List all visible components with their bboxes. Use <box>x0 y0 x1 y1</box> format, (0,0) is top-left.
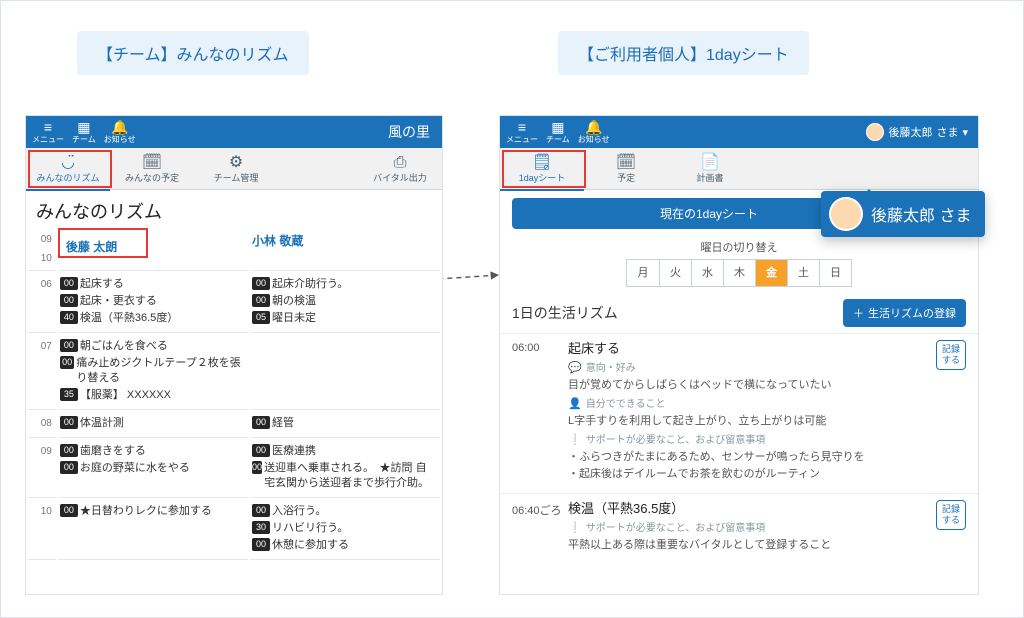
add-rhythm-button[interactable]: ＋生活リズムの登録 <box>843 299 966 327</box>
team-button-r[interactable]: ▦チーム <box>546 120 570 145</box>
canvas: 【チーム】みんなのリズム 【ご利用者個人】1dayシート ≡メニュー ▦チーム … <box>0 0 1024 618</box>
schedule-entry[interactable]: 00起床介助行う。 <box>252 277 436 292</box>
tab-rhythm[interactable]: ◡̈みんなのリズム <box>26 148 110 190</box>
avatar-icon <box>866 123 884 141</box>
schedule-table: 0910 後藤 太朗 小林 敬蔵 0600起床する00起床・更衣する40検温（平… <box>26 226 442 562</box>
schedule-entry[interactable]: 00送迎車へ乗車される。 ★訪問 自宅玄関から送迎者まで歩行介助。 <box>252 461 436 491</box>
user-menu[interactable]: 後藤太郎 さま ▾ <box>866 123 968 141</box>
facility-name: 風の里 <box>388 122 430 142</box>
topbar-right: ≡メニュー ▦チーム 🔔お知らせ 後藤太郎 さま ▾ <box>500 116 978 148</box>
tab-vitals[interactable]: ⎙バイタル出力 <box>358 148 442 190</box>
graytabs-right: 🗒1dayシート 🗓予定 📄計画書 <box>500 148 978 190</box>
topbar-left: ≡メニュー ▦チーム 🔔お知らせ 風の里 <box>26 116 442 148</box>
schedule-entry[interactable]: 00起床する <box>60 277 244 292</box>
day-土[interactable]: 土 <box>787 260 819 286</box>
avatar-icon <box>829 197 863 231</box>
schedule-entry[interactable]: 00休憩に参加する <box>252 538 436 553</box>
event-block: 06:00起床する💬意向・好み目が覚めてからしばらくはベッドで横になっていたい👤… <box>500 333 978 493</box>
day-金[interactable]: 金 <box>755 260 787 286</box>
tab-manage[interactable]: ⚙チーム管理 <box>194 148 278 190</box>
team-button[interactable]: ▦チーム <box>72 120 96 145</box>
chevron-down-icon: ▾ <box>962 126 968 139</box>
schedule-entry[interactable]: 00体温計測 <box>60 416 244 431</box>
day-日[interactable]: 日 <box>819 260 851 286</box>
schedule-entry[interactable]: 05曜日未定 <box>252 311 436 326</box>
schedule-entry[interactable]: 40検温（平熱36.5度） <box>60 311 244 326</box>
schedule-entry[interactable]: 00痛み止めジクトルテープ２枚を張り替える <box>60 356 244 386</box>
user-link-1[interactable]: 後藤 太朗 <box>66 238 117 255</box>
schedule-entry[interactable]: 00入浴行う。 <box>252 504 436 519</box>
user-callout: 後藤太郎 さま <box>821 191 985 237</box>
day-label: 曜日の切り替え <box>500 239 978 255</box>
schedule-entry[interactable]: 00経管 <box>252 416 436 431</box>
schedule-entry[interactable]: 00お庭の野菜に水をやる <box>60 461 244 476</box>
schedule-entry[interactable]: 35【服薬】 XXXXXX <box>60 388 244 403</box>
user-link-2[interactable]: 小林 敬蔵 <box>252 234 303 248</box>
schedule-entry[interactable]: 00歯磨きをする <box>60 444 244 459</box>
section-title: みんなのリズム <box>26 190 442 226</box>
day-木[interactable]: 木 <box>723 260 755 286</box>
record-button[interactable]: 記録する <box>936 340 966 370</box>
schedule-entry[interactable]: 30リハビリ行う。 <box>252 521 436 536</box>
menu-button[interactable]: ≡メニュー <box>32 120 64 145</box>
day-火[interactable]: 火 <box>659 260 691 286</box>
schedule-entry[interactable]: 00医療連携 <box>252 444 436 459</box>
plus-icon: ＋ <box>853 305 864 321</box>
tab-schedule[interactable]: 🗓みんなの予定 <box>110 148 194 190</box>
record-button[interactable]: 記録する <box>936 500 966 530</box>
schedule-entry[interactable]: 00★日替わりレクに参加する <box>60 504 244 519</box>
tab-plan[interactable]: 🗓予定 <box>584 148 668 190</box>
schedule-entry[interactable]: 00起床・更衣する <box>60 294 244 309</box>
rhythm-title: 1日の生活リズム <box>512 303 618 323</box>
banner-team: 【チーム】みんなのリズム <box>77 31 309 75</box>
graytabs-left: ◡̈みんなのリズム 🗓みんなの予定 ⚙チーム管理 ⎙バイタル出力 <box>26 148 442 190</box>
panel-team: ≡メニュー ▦チーム 🔔お知らせ 風の里 ◡̈みんなのリズム 🗓みんなの予定 ⚙… <box>25 115 443 595</box>
tab-1day[interactable]: 🗒1dayシート <box>500 148 584 190</box>
tab-planbook[interactable]: 📄計画書 <box>668 148 752 190</box>
menu-button-r[interactable]: ≡メニュー <box>506 120 538 145</box>
panel-user: ≡メニュー ▦チーム 🔔お知らせ 後藤太郎 さま ▾ 🗒1dayシート 🗓予定 … <box>499 115 979 595</box>
banner-user: 【ご利用者個人】1dayシート <box>558 31 809 75</box>
notice-button-r[interactable]: 🔔お知らせ <box>578 120 610 145</box>
day-水[interactable]: 水 <box>691 260 723 286</box>
day-selector: 曜日の切り替え 月火水木金土日 <box>500 233 978 295</box>
schedule-entry[interactable]: 00朝ごはんを食べる <box>60 339 244 354</box>
event-block: 06:40ごろ検温（平熱36.5度）❕サポートが必要なこと、および留意事項平熱以… <box>500 493 978 564</box>
notice-button[interactable]: 🔔お知らせ <box>104 120 136 145</box>
schedule-entry[interactable]: 00朝の検温 <box>252 294 436 309</box>
day-月[interactable]: 月 <box>627 260 659 286</box>
